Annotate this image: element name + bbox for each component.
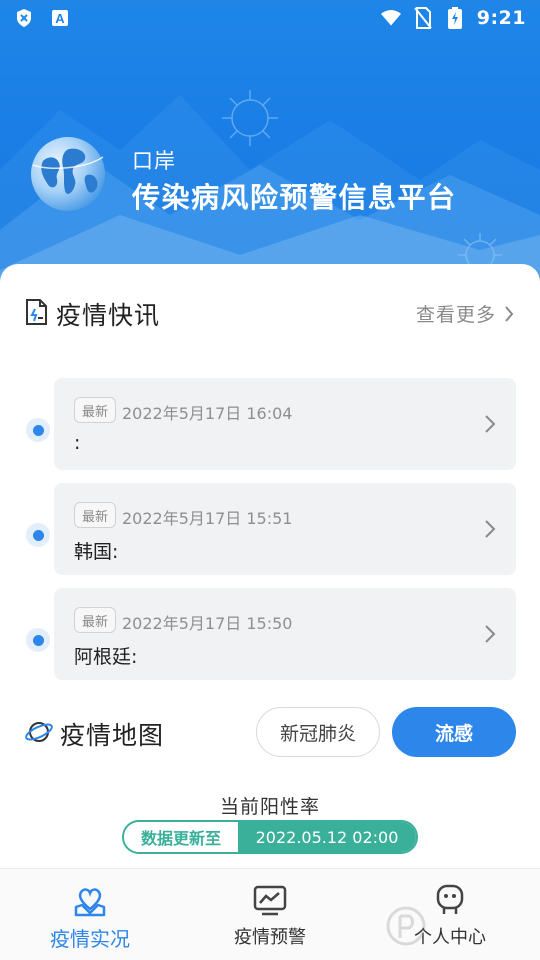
news-card[interactable]: 最新 2022年5月17日 16:04 : [54,378,516,470]
positivity-rate-title: 当前阳性率 [219,796,320,818]
data-update-value: 2022.05.12 02:00 [238,822,416,852]
news-section-title: 疫情快讯 [56,301,161,330]
warning-chart-icon [253,885,287,916]
news-item: 最新 2022年5月17日 16:04 : [0,378,540,470]
latest-badge: 最新 [74,397,117,423]
latest-badge: 最新 [74,607,117,633]
nav-item-epidemic-warning[interactable]: 疫情预警 [180,869,360,960]
news-card[interactable]: 最新 2022年5月17日 15:50 阿根廷: [54,588,516,680]
news-time: 2022年5月17日 15:50 [122,614,293,633]
news-text: 阿根廷: [74,646,138,668]
globe-logo [31,137,105,211]
data-update-badge: 数据更新至 2022.05.12 02:00 [122,820,418,854]
news-item: 最新 2022年5月17日 15:50 阿根廷: [0,588,540,680]
tab-influenza[interactable]: 流感 [392,707,516,757]
chevron-right-icon [485,625,496,643]
nav-item-epidemic-status[interactable]: 疫情实况 [0,869,180,960]
news-text: : [74,432,81,454]
timeline-dot [26,418,50,442]
map-section-header: 疫情地图 [24,716,164,752]
news-doc-icon [24,298,50,330]
chevron-right-icon [485,415,496,433]
latest-badge: 最新 [74,502,117,528]
header-subtitle: 口岸 [132,149,176,173]
status-time: 9:21 [476,7,526,29]
no-sim-icon [413,7,433,29]
news-time: 2022年5月17日 15:51 [122,509,293,528]
timeline-dot [26,628,50,652]
news-card[interactable]: 最新 2022年5月17日 15:51 韩国: [54,483,516,575]
map-heart-icon [74,888,106,917]
header-title: 传染病风险预警信息平台 [132,181,457,214]
status-bar: A 9:21 [0,0,540,36]
nav-label: 疫情实况 [50,927,130,951]
timeline-dot [26,523,50,547]
map-section-title: 疫情地图 [60,721,165,750]
nav-label: 疫情预警 [234,927,306,948]
data-update-label: 数据更新至 [124,822,238,852]
main-content: 疫情快讯 查看更多 最新 2022年5月17日 16:04 : 最新 2022年… [0,264,540,874]
svg-text:A: A [55,11,65,26]
app-a-icon: A [50,8,70,28]
site-watermark [386,900,536,952]
chevron-right-icon [505,305,514,322]
header-banner: A 9:21 口岸 传染病风险预警信息平台 [0,0,540,290]
view-more-link[interactable]: 查看更多 [416,300,514,327]
news-text: 韩国: [74,541,119,563]
battery-charging-icon [445,7,465,29]
shield-x-icon [14,8,34,28]
news-time: 2022年5月17日 16:04 [122,404,293,423]
chevron-right-icon [485,520,496,538]
view-more-label: 查看更多 [415,304,496,326]
news-item: 最新 2022年5月17日 15:51 韩国: [0,483,540,575]
planet-icon [24,718,54,750]
tab-covid[interactable]: 新冠肺炎 [256,707,380,757]
wifi-icon [380,8,401,28]
news-section-header: 疫情快讯 [24,296,160,332]
